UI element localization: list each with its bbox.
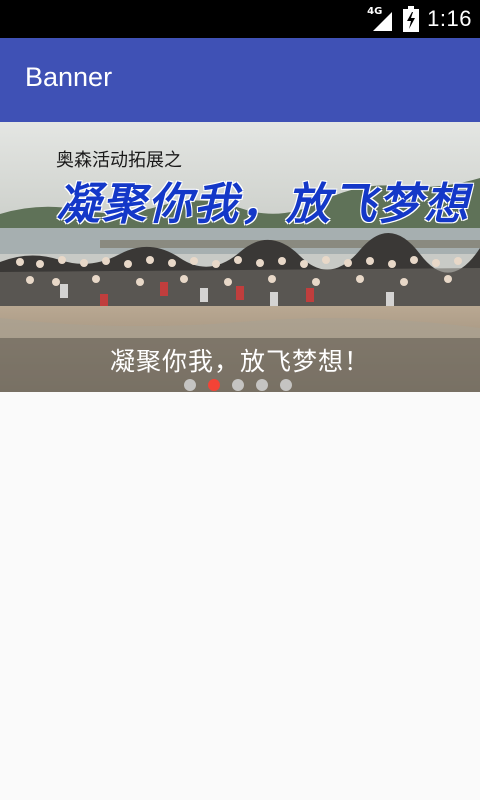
status-bar: 4G 1:16 (0, 0, 480, 38)
content-area (0, 392, 480, 800)
indicator-dot[interactable] (232, 379, 244, 391)
indicator-dot[interactable] (184, 379, 196, 391)
signal-icon: 4G (367, 6, 395, 32)
page-indicator (184, 379, 292, 391)
banner-carousel[interactable]: 奥森活动拓展之 凝聚你我，放飞梦想 凝聚你我，放飞梦想！ (0, 122, 480, 392)
battery-charging-icon (403, 6, 420, 32)
indicator-dot[interactable] (256, 379, 268, 391)
app-bar: Banner (0, 38, 480, 122)
app-title: Banner (25, 62, 113, 92)
photo-headline: 凝聚你我，放飞梦想 (56, 179, 470, 230)
indicator-dot-active[interactable] (208, 379, 220, 391)
clock: 1:16 (427, 6, 472, 31)
banner-caption: 凝聚你我，放飞梦想！ (109, 347, 370, 376)
indicator-dot[interactable] (280, 379, 292, 391)
status-icons: 4G 1:16 (367, 0, 472, 38)
